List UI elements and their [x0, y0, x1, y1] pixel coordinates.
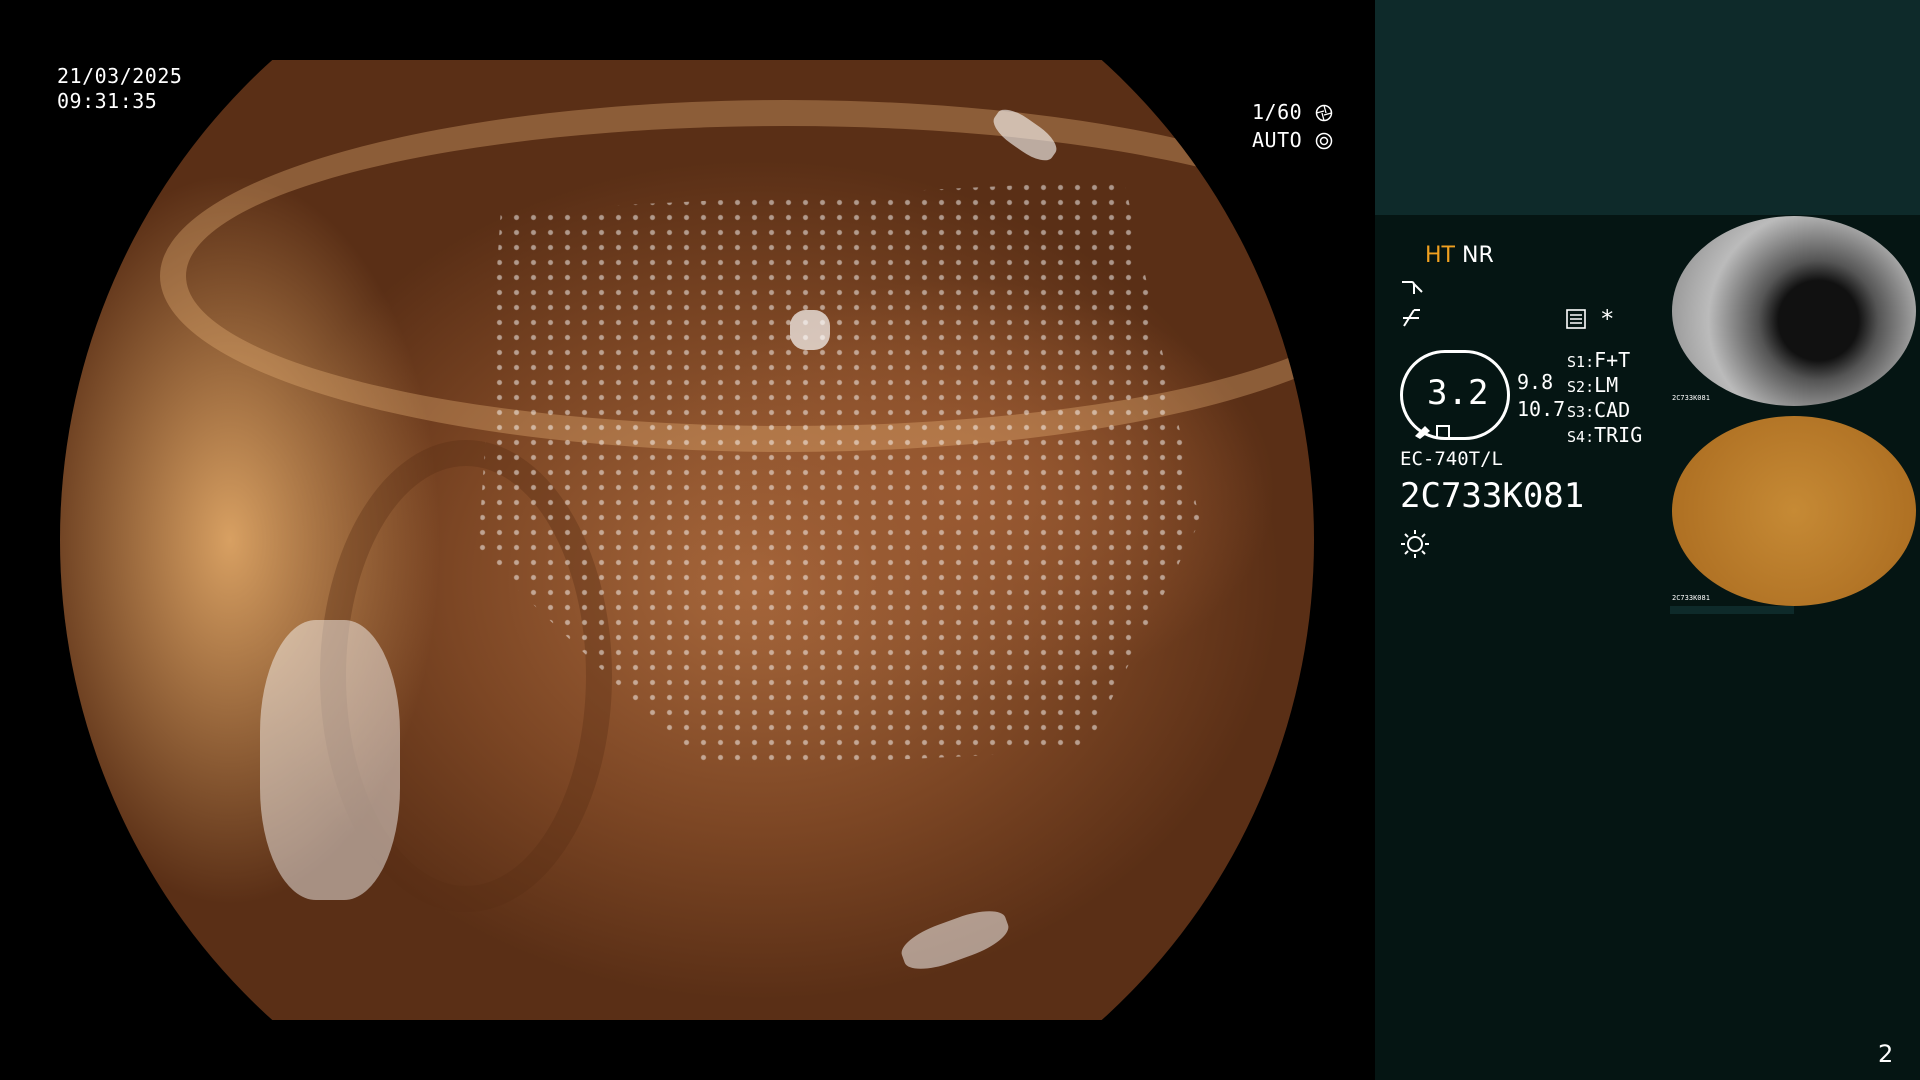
thumbnail-1-image [1672, 216, 1916, 406]
switch-key: S2 [1567, 378, 1586, 396]
endoscope-view-area: 21/03/2025 09:31:35 1/60 AUTO [0, 0, 1375, 1080]
ht-indicator: HT NR [1425, 243, 1494, 268]
light-reflection [896, 902, 1014, 978]
osd-shutter: 1/60 [1252, 99, 1333, 125]
switch-list: S1:F+T S2:LM S3:CAD S4:TRIG [1567, 348, 1642, 448]
page-number: 2 [1878, 1040, 1894, 1068]
osd-time: 09:31:35 [57, 89, 158, 113]
switch-row: S4:TRIG [1567, 423, 1642, 448]
thumbnail-2-label: 2C733K081 [1672, 594, 1710, 602]
thumbnail-2[interactable]: 2C733K081 [1670, 416, 1918, 606]
thumbnail-2-image [1672, 416, 1916, 606]
scope-serial: 2C733K081 [1400, 476, 1585, 516]
switch-sep: : [1585, 403, 1595, 421]
light-reflection [790, 310, 830, 350]
light-reflection [260, 620, 400, 900]
switch-row: S3:CAD [1567, 398, 1642, 423]
switch-key: S1 [1567, 353, 1586, 371]
switch-value: LM [1594, 373, 1619, 397]
value-b: 10.7 [1517, 397, 1566, 421]
thumbnail-1[interactable]: 2C733K081 [1670, 216, 1918, 406]
endoscope-image [60, 60, 1314, 1020]
iris-icon [1315, 132, 1332, 150]
pen-icon [1415, 425, 1450, 439]
asterisk-indicator: * [1600, 305, 1615, 333]
switch-sep: : [1585, 378, 1595, 396]
zoom-value: 3.2 [1427, 373, 1489, 413]
switch-value: F+T [1594, 348, 1631, 372]
switch-key: S4 [1567, 428, 1586, 446]
nr-label: NR [1461, 243, 1494, 268]
switch-row: S1:F+T [1567, 348, 1642, 373]
thumbnail-divider [1670, 606, 1794, 614]
switch-value: CAD [1594, 398, 1631, 422]
value-a: 9.8 [1517, 370, 1554, 394]
shutter-label: 1/60 [1252, 100, 1303, 124]
shutter-icon [1315, 104, 1332, 122]
thumbnail-1-label: 2C733K081 [1672, 394, 1710, 402]
switch-row: S2:LM [1567, 373, 1642, 398]
curve-icon [1402, 281, 1423, 294]
brightness-icon [1401, 530, 1429, 558]
switch-sep: : [1585, 428, 1595, 446]
scope-model: EC-740T/L [1400, 448, 1503, 470]
osd-date: 21/03/2025 [57, 64, 183, 88]
ht-label: HT [1425, 243, 1455, 268]
osd-iris: AUTO [1252, 127, 1333, 153]
enhance-icon [1403, 309, 1420, 327]
menu-icon [1566, 309, 1586, 329]
iris-label: AUTO [1252, 128, 1303, 152]
panel-header-area [1375, 0, 1920, 215]
info-panel: HT NR * 3.2 9.8 10.7 S1:F+T S2:LM S3:CAD… [1375, 0, 1920, 1080]
switch-sep: : [1585, 353, 1595, 371]
switch-key: S3 [1567, 403, 1586, 421]
switch-value: TRIG [1594, 423, 1643, 447]
